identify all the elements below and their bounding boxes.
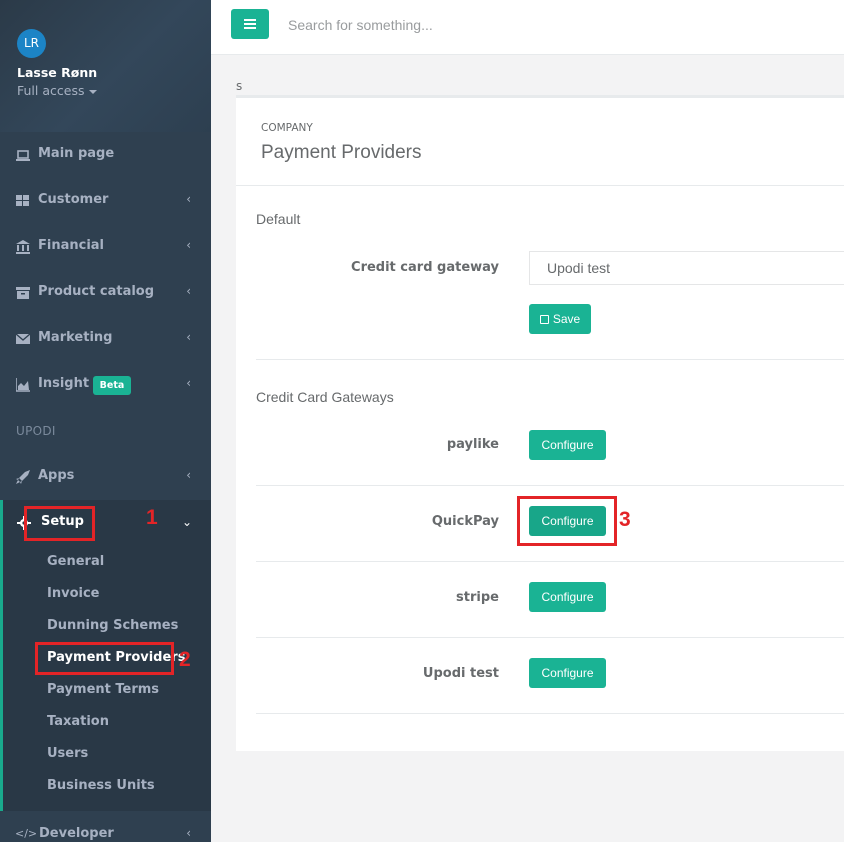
chevron-left-icon: ‹ [186,468,191,482]
credit-card-gateway-label: Credit card gateway [351,260,499,275]
submenu-item-dunning-schemes[interactable]: Dunning Schemes [47,618,178,633]
annotation-number-1: 1 [146,506,158,529]
envelope-icon [16,333,30,344]
beta-badge: Beta [93,376,131,395]
chevron-left-icon: ‹ [186,330,191,344]
caret-down-icon [89,89,98,94]
submenu-item-payment-terms[interactable]: Payment Terms [47,682,159,697]
section-default-label: Default [256,211,301,227]
annotation-box-quickpay-configure [517,496,617,546]
archive-icon [16,287,30,299]
divider [256,637,844,638]
profile-role-label: Full access [17,83,85,98]
gateway-name-quickpay: QuickPay [431,514,499,529]
laptop-icon [16,150,30,161]
gateway-name-stripe: stripe [456,590,499,605]
payment-providers-card: COMPANY Payment Providers Default Credit… [236,95,844,751]
divider [256,485,844,486]
card-header: COMPANY Payment Providers [236,98,844,186]
area-chart-icon [16,378,30,392]
grid-icon [16,195,29,206]
sidebar-item-product-catalog[interactable]: Product catalog ‹ [0,273,211,313]
submenu-item-business-units[interactable]: Business Units [47,778,155,793]
chevron-left-icon: ‹ [186,192,191,206]
save-button-label: Save [552,312,581,326]
chevron-down-icon: ⌄ [181,515,192,529]
sidebar-item-label: Financial [38,238,105,253]
sidebar-item-apps[interactable]: Apps ‹ [0,457,211,497]
configure-button-paylike[interactable]: Configure [529,430,606,460]
rocket-icon [16,470,30,484]
search-input[interactable] [286,16,590,34]
page-title: Payment Providers [261,142,422,163]
avatar[interactable]: LR [17,29,46,58]
top-bar [211,0,844,55]
profile-panel: LR Lasse Rønn Full access [0,0,211,132]
hamburger-icon [244,19,256,21]
sidebar-item-financial[interactable]: Financial ‹ [0,227,211,267]
section-gateways-label: Credit Card Gateways [256,389,394,405]
sidebar-item-marketing[interactable]: Marketing ‹ [0,319,211,359]
breadcrumb: s [236,79,243,93]
hamburger-icon-line [244,27,256,29]
submenu-item-taxation[interactable]: Taxation [47,714,109,729]
chevron-left-icon: ‹ [186,238,191,252]
floppy-disk-icon [539,315,549,324]
sidebar: LR Lasse Rønn Full access Main page Cust… [0,0,211,842]
code-icon: </> [15,827,38,840]
divider [256,713,844,714]
submenu-item-users[interactable]: Users [47,746,88,761]
gateway-name-paylike: paylike [446,437,499,452]
submenu-item-general[interactable]: General [47,554,104,569]
annotation-box-payment-providers [35,642,174,675]
sidebar-item-label: Apps [38,468,75,483]
annotation-number-2: 2 [179,648,191,671]
sidebar-item-customer[interactable]: Customer ‹ [0,181,211,221]
save-button[interactable]: Save [529,304,591,334]
sidebar-item-label: Customer [38,192,109,207]
gateway-name-upodi-test: Upodi test [422,666,499,681]
sidebar-section-upodi: UPODI [16,424,56,438]
sidebar-item-label: Insight [38,376,90,391]
profile-name: Lasse Rønn [17,65,98,80]
sidebar-item-label: Marketing [38,330,113,345]
credit-card-gateway-select[interactable]: Upodi test [529,251,844,285]
divider [256,561,844,562]
annotation-box-setup [24,506,95,541]
chevron-left-icon: ‹ [186,284,191,298]
bank-icon [16,240,30,254]
hamburger-icon-line [244,23,256,25]
menu-toggle-button[interactable] [231,9,269,39]
page-eyebrow: COMPANY [261,122,313,134]
divider [256,359,844,360]
sidebar-item-label: Product catalog [38,284,155,299]
annotation-number-3: 3 [619,508,631,531]
sidebar-item-label: Developer [39,826,114,841]
configure-button-upodi-test[interactable]: Configure [529,658,606,688]
chevron-left-icon: ‹ [186,826,191,840]
submenu-item-invoice[interactable]: Invoice [47,586,99,601]
sidebar-item-main-page[interactable]: Main page [0,135,211,175]
sidebar-item-label: Main page [38,146,115,161]
configure-button-stripe[interactable]: Configure [529,582,606,612]
profile-role-dropdown[interactable]: Full access [17,83,98,98]
chevron-left-icon: ‹ [186,376,191,390]
sidebar-item-developer[interactable]: </> Developer ‹ [0,815,211,842]
